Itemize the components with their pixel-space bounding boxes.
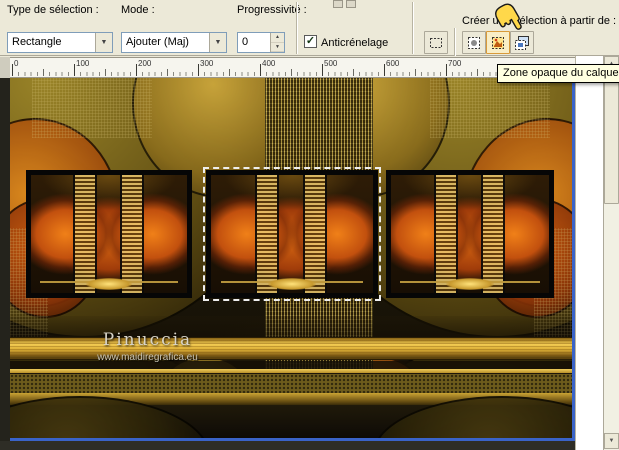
watermark-url: www.maidiregrafica.eu — [97, 352, 198, 363]
workspace-right-strip — [575, 56, 603, 450]
ruler-number: 400 — [262, 59, 276, 68]
ruler-number: 200 — [138, 59, 152, 68]
selection-from-mask-icon — [468, 36, 480, 49]
chevron-down-icon[interactable]: ▼ — [95, 33, 112, 52]
selection-type-label: Type de sélection : — [7, 4, 99, 16]
mode-label: Mode : — [121, 4, 155, 16]
art-frame-pillar — [73, 175, 98, 293]
mode-dropdown[interactable]: Ajouter (Maj) ▼ — [121, 32, 227, 53]
art-frame-pillar — [303, 175, 328, 293]
ruler-corner — [0, 57, 10, 78]
spinner-down-icon[interactable]: ▼ — [271, 42, 284, 52]
selection-from-mask-button[interactable] — [462, 31, 486, 54]
workspace-left-strip — [0, 78, 10, 450]
antialias-label[interactable]: Anticrénelage — [321, 37, 388, 49]
hand-cursor-icon — [492, 0, 524, 39]
workspace-bottom-strip — [0, 441, 575, 450]
art-frame-pillar — [254, 175, 279, 293]
psp-window: { "toolbar": { "selection_type": { "labe… — [0, 0, 619, 450]
progressivity-value: 0 — [242, 36, 249, 48]
chevron-down-icon[interactable]: ▼ — [209, 33, 226, 52]
toolbar-separator — [454, 28, 456, 56]
art-frame-glow — [267, 278, 317, 290]
tooltip: Zone opaque du calque — [497, 64, 619, 83]
checkbox-check-icon: ✓ — [305, 35, 316, 47]
vertical-scrollbar[interactable]: ▲ ▼ — [603, 56, 619, 450]
selection-type-value: Rectangle — [12, 36, 62, 48]
selection-type-dropdown[interactable]: Rectangle ▼ — [7, 32, 113, 53]
canvas[interactable]: Pinuccia www.maidiregrafica.eu — [10, 78, 575, 441]
docked-mini-icon — [333, 0, 343, 8]
art-frame-left — [26, 170, 192, 298]
ruler-number: 600 — [386, 59, 400, 68]
ruler-major-ticks — [12, 64, 575, 76]
scroll-down-button[interactable]: ▼ — [604, 433, 619, 449]
toolbar-separator — [296, 2, 298, 54]
create-selection-label: Créer une sélection à partir de : — [462, 15, 617, 27]
progressivity-input[interactable]: 0 ▲ ▼ — [237, 32, 285, 53]
mode-value: Ajouter (Maj) — [126, 36, 189, 48]
antialias-checkbox[interactable]: ✓ — [304, 35, 317, 48]
art-hatch-texture — [430, 78, 550, 138]
art-dotted-band — [10, 373, 572, 393]
selection-marquee-icon — [430, 37, 442, 48]
art-frame-glow — [446, 278, 494, 290]
art-frame-right — [386, 170, 554, 298]
spinner-up-icon[interactable]: ▲ — [271, 33, 284, 43]
horizontal-ruler[interactable]: 0 100 200 300 400 500 600 700 — [10, 57, 575, 78]
ruler-number: 0 — [14, 59, 19, 68]
art-frame-glow — [85, 278, 133, 290]
scroll-down-icon: ▼ — [608, 438, 615, 444]
scrollbar-thumb[interactable] — [604, 74, 619, 204]
selection-marquee-button[interactable] — [424, 31, 448, 54]
ruler-number: 700 — [448, 59, 462, 68]
ruler-number: 500 — [324, 59, 338, 68]
watermark-title: Pinuccia — [102, 330, 193, 350]
docked-mini-icon — [346, 0, 356, 8]
ruler-number: 300 — [200, 59, 214, 68]
art-frame-pillar — [481, 175, 506, 293]
art-frame-pillar — [119, 175, 144, 293]
art-hatch-texture — [32, 78, 152, 138]
toolbar-separator — [412, 2, 414, 54]
watermark: Pinuccia www.maidiregrafica.eu — [60, 330, 235, 363]
ruler-number: 100 — [76, 59, 90, 68]
art-frame-pillar — [433, 175, 458, 293]
art-frame-center-selection[interactable] — [203, 167, 381, 301]
